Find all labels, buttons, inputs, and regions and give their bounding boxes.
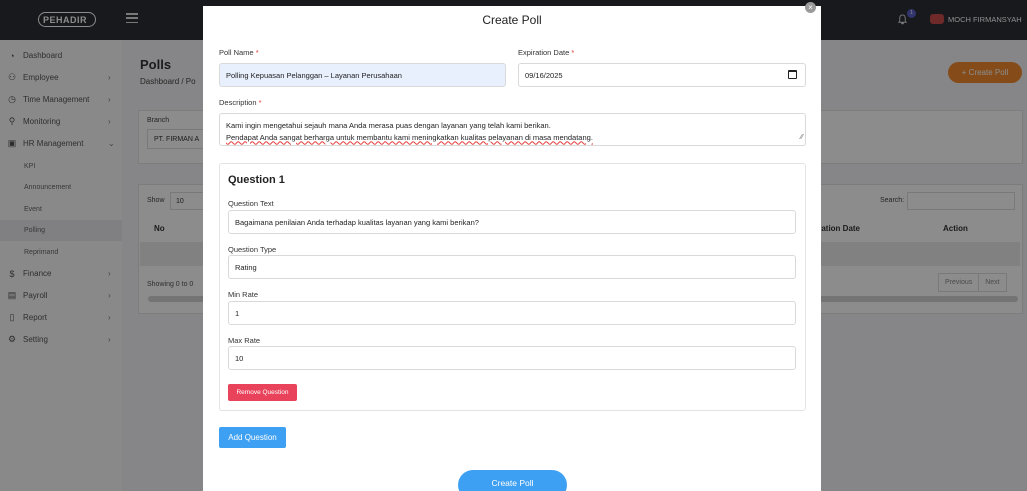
create-poll-submit-button[interactable]: Create Poll bbox=[458, 470, 567, 491]
question-type-select[interactable]: Rating bbox=[228, 255, 796, 279]
description-textarea[interactable]: Kami ingin mengetahui sejauh mana Anda m… bbox=[219, 113, 806, 146]
max-rate-label: Max Rate bbox=[228, 336, 261, 345]
question-type-label: Question Type bbox=[228, 245, 277, 254]
description-line: Kami ingin mengetahui sejauh mana Anda m… bbox=[226, 121, 551, 130]
poll-name-label: Poll Name * bbox=[219, 48, 259, 57]
question-title: Question 1 bbox=[228, 174, 285, 186]
question-card bbox=[219, 163, 806, 411]
max-rate-input[interactable]: 10 bbox=[228, 346, 796, 370]
description-label: Description * bbox=[219, 98, 262, 107]
description-line: Pendapat Anda sangat berharga untuk memb… bbox=[226, 132, 593, 142]
min-rate-input[interactable]: 1 bbox=[228, 301, 796, 325]
question-text-label: Question Text bbox=[228, 199, 274, 208]
remove-question-button[interactable]: Remove Question bbox=[228, 384, 297, 401]
expiration-date-input[interactable]: 09/16/2025 bbox=[518, 63, 806, 87]
poll-name-input[interactable]: Polling Kepuasan Pelanggan – Layanan Per… bbox=[219, 63, 506, 87]
expiration-date-label: Expiration Date * bbox=[518, 48, 575, 57]
resize-handle-icon[interactable]: ⁄⁄ bbox=[801, 132, 803, 144]
add-question-button[interactable]: Add Question bbox=[219, 427, 286, 448]
modal-title: Create Poll bbox=[482, 13, 542, 27]
question-text-input[interactable]: Bagaimana penilaian Anda terhadap kualit… bbox=[228, 210, 796, 234]
close-icon[interactable]: × bbox=[805, 2, 816, 13]
min-rate-label: Min Rate bbox=[228, 290, 259, 299]
calendar-icon[interactable] bbox=[788, 70, 797, 79]
